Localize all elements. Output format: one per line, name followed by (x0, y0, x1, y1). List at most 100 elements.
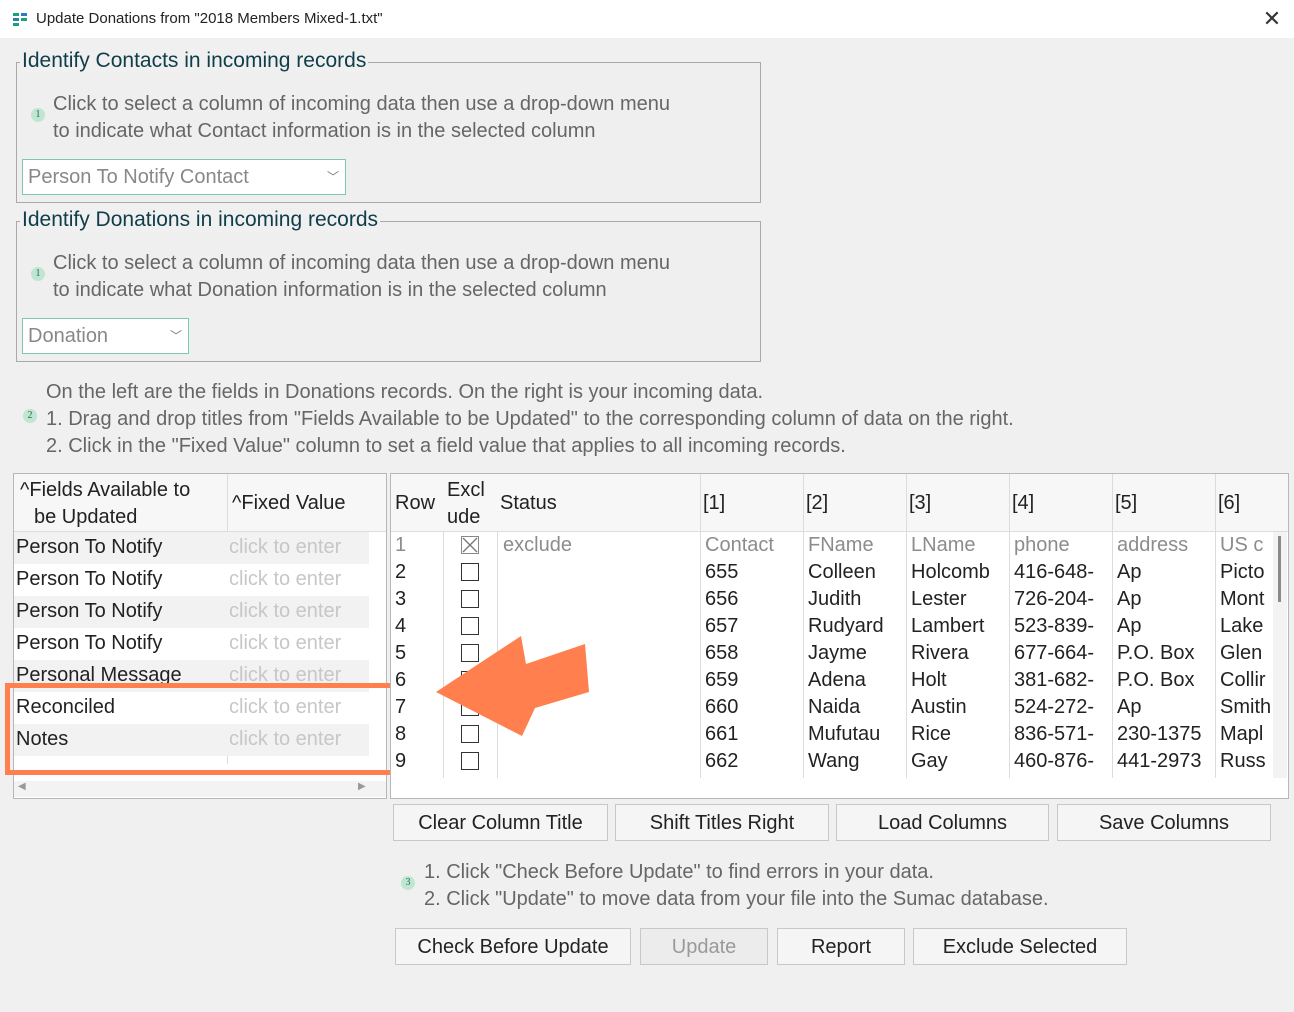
data-cell[interactable]: Rice (911, 721, 1005, 748)
clear-column-title-button[interactable]: Clear Column Title (393, 804, 608, 841)
column-5-header[interactable]: [5] (1115, 490, 1137, 517)
row-number[interactable]: 1 (395, 532, 441, 559)
field-name[interactable]: Person To Notify (16, 534, 224, 561)
table-row[interactable]: 1 exclude Contact FName LName phone address US … (391, 532, 1273, 559)
data-cell[interactable]: FName (808, 532, 902, 559)
data-cell[interactable]: Holt (911, 667, 1005, 694)
column-3-header[interactable]: [3] (909, 490, 931, 517)
exclude-selected-button[interactable]: Exclude Selected (913, 928, 1127, 965)
data-cell[interactable]: 656 (705, 586, 799, 613)
data-cell[interactable]: Ap (1117, 694, 1211, 721)
data-cell[interactable]: 230-1375 (1117, 721, 1211, 748)
row-number[interactable]: 9 (395, 748, 441, 775)
column-2-header[interactable]: [2] (806, 490, 828, 517)
data-cell[interactable]: Lambert (911, 613, 1005, 640)
data-cell[interactable]: 460-876- (1014, 748, 1108, 775)
data-cell[interactable]: Lester (911, 586, 1005, 613)
data-cell[interactable]: 381-682- (1014, 667, 1108, 694)
data-cell[interactable]: phone (1014, 532, 1108, 559)
data-cell[interactable]: Rivera (911, 640, 1005, 667)
data-cell[interactable]: P.O. Box (1117, 640, 1211, 667)
row-header[interactable]: Row (395, 490, 435, 517)
data-cell[interactable]: Naida (808, 694, 902, 721)
vertical-scrollbar[interactable] (1273, 532, 1287, 778)
field-row[interactable]: Person To Notify click to enter (14, 596, 369, 628)
fixed-value-cell[interactable]: click to enter (229, 534, 369, 561)
fixed-value-cell[interactable]: click to enter (229, 566, 369, 593)
status-cell[interactable]: exclude (503, 532, 693, 559)
field-name[interactable]: Person To Notify (16, 566, 224, 593)
data-cell[interactable]: 416-648- (1014, 559, 1108, 586)
column-4-header[interactable]: [4] (1012, 490, 1034, 517)
scroll-right-icon[interactable]: ▶ (358, 781, 366, 792)
data-cell[interactable]: Ap (1117, 586, 1211, 613)
data-cell[interactable]: Mufutau (808, 721, 902, 748)
data-cell[interactable]: 658 (705, 640, 799, 667)
data-cell[interactable]: Austin (911, 694, 1005, 721)
exclude-checkbox[interactable] (461, 536, 479, 554)
data-cell[interactable]: Lake (1220, 613, 1272, 640)
data-cell[interactable]: Contact (705, 532, 799, 559)
data-cell[interactable]: Wang (808, 748, 902, 775)
report-button[interactable]: Report (777, 928, 905, 965)
data-cell[interactable]: Rudyard (808, 613, 902, 640)
fixed-value-cell[interactable]: click to enter (229, 630, 369, 657)
table-row[interactable]: 3 656 Judith Lester 726-204- Ap Mont (391, 586, 1273, 613)
data-cell[interactable]: Ap (1117, 613, 1211, 640)
data-cell[interactable]: 524-272- (1014, 694, 1108, 721)
field-name[interactable]: Person To Notify (16, 598, 224, 625)
data-cell[interactable]: 657 (705, 613, 799, 640)
scroll-left-icon[interactable]: ◀ (18, 781, 26, 792)
fields-header-title-1[interactable]: ^Fields Available to (20, 477, 190, 504)
data-cell[interactable]: Mont (1220, 586, 1272, 613)
data-cell[interactable]: Adena (808, 667, 902, 694)
data-cell[interactable]: 662 (705, 748, 799, 775)
data-cell[interactable]: Smith (1220, 694, 1272, 721)
fixed-value-header[interactable]: ^Fixed Value (232, 490, 346, 517)
data-cell[interactable]: Colleen (808, 559, 902, 586)
data-cell[interactable]: Gay (911, 748, 1005, 775)
data-cell[interactable]: 661 (705, 721, 799, 748)
donation-type-dropdown[interactable]: Donation ﹀ (22, 318, 189, 354)
row-number[interactable]: 2 (395, 559, 441, 586)
scrollbar-thumb[interactable] (1278, 536, 1281, 602)
field-row[interactable]: Person To Notify click to enter (14, 532, 369, 564)
data-cell[interactable]: 660 (705, 694, 799, 721)
data-cell[interactable]: Russ (1220, 748, 1272, 775)
data-cell[interactable]: 441-2973 (1117, 748, 1211, 775)
data-cell[interactable]: Holcomb (911, 559, 1005, 586)
exclude-header-1[interactable]: Excl (447, 477, 485, 504)
check-before-update-button[interactable]: Check Before Update (395, 928, 631, 965)
data-cell[interactable]: Collir (1220, 667, 1272, 694)
horizontal-scrollbar[interactable]: ◀ ▶ (14, 781, 386, 797)
save-columns-button[interactable]: Save Columns (1057, 804, 1271, 841)
row-number[interactable]: 3 (395, 586, 441, 613)
exclude-header-2[interactable]: ude (447, 504, 480, 531)
field-row[interactable]: Person To Notify click to enter (14, 628, 369, 660)
fixed-value-cell[interactable]: click to enter (229, 598, 369, 625)
data-cell[interactable]: 655 (705, 559, 799, 586)
exclude-checkbox[interactable] (461, 563, 479, 581)
table-row[interactable]: 9 662 Wang Gay 460-876- 441-2973 Russ (391, 748, 1273, 775)
shift-titles-right-button[interactable]: Shift Titles Right (615, 804, 829, 841)
data-cell[interactable]: 726-204- (1014, 586, 1108, 613)
data-cell[interactable]: 659 (705, 667, 799, 694)
exclude-checkbox[interactable] (461, 752, 479, 770)
contact-type-dropdown[interactable]: Person To Notify Contact ﹀ (22, 159, 346, 195)
fields-header-title-2[interactable]: be Updated (34, 504, 137, 531)
column-6-header[interactable]: [6] (1218, 490, 1240, 517)
exclude-checkbox[interactable] (461, 590, 479, 608)
data-cell[interactable]: 523-839- (1014, 613, 1108, 640)
data-cell[interactable]: Ap (1117, 559, 1211, 586)
data-cell[interactable]: P.O. Box (1117, 667, 1211, 694)
data-cell[interactable]: US c (1220, 532, 1272, 559)
status-header[interactable]: Status (500, 490, 557, 517)
data-cell[interactable]: Judith (808, 586, 902, 613)
load-columns-button[interactable]: Load Columns (836, 804, 1049, 841)
data-cell[interactable]: address (1117, 532, 1211, 559)
data-cell[interactable]: 836-571- (1014, 721, 1108, 748)
data-cell[interactable]: Jayme (808, 640, 902, 667)
column-1-header[interactable]: [1] (703, 490, 725, 517)
close-icon[interactable]: ✕ (1256, 4, 1288, 34)
data-cell[interactable]: Picto (1220, 559, 1272, 586)
